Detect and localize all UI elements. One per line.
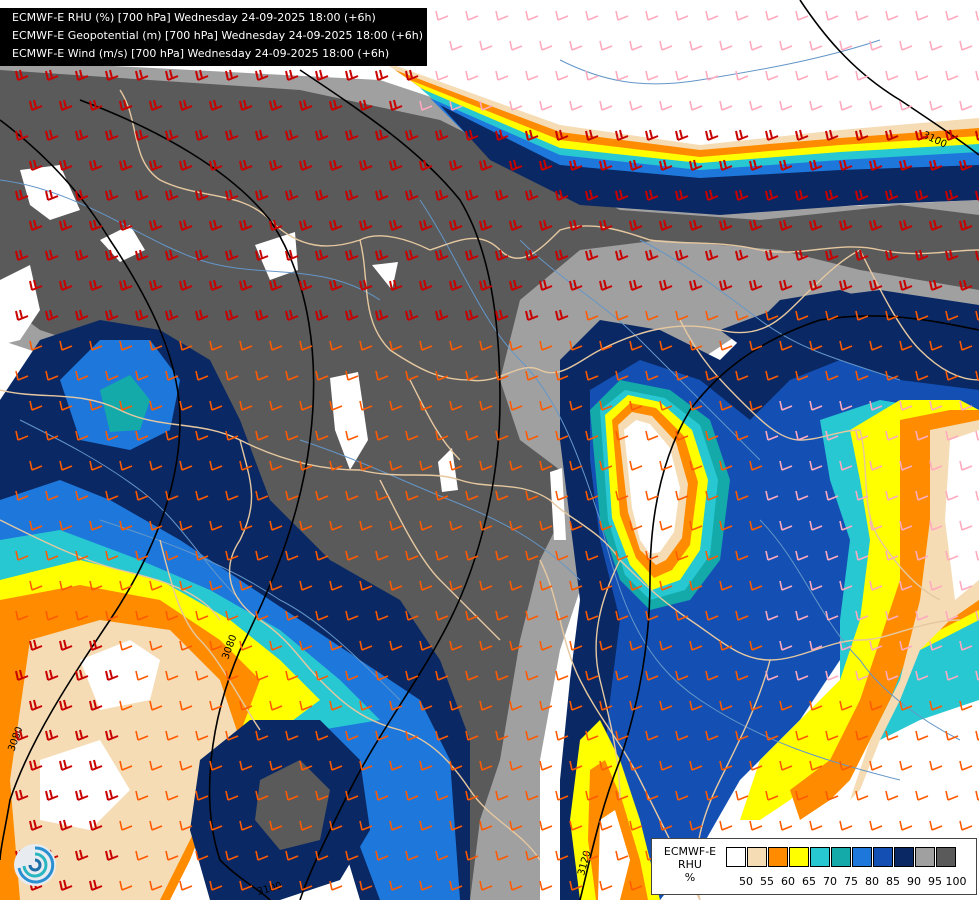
legend-swatch	[852, 847, 872, 867]
legend-swatch	[726, 847, 746, 867]
legend-tick-label: 100	[945, 875, 967, 888]
legend-swatch	[915, 847, 935, 867]
legend-title: ECMWF-E RHU %	[656, 845, 724, 884]
title-line-geopotential: ECMWF-E Geopotential (m) [700 hPa] Wedne…	[12, 29, 423, 42]
title-line-wind: ECMWF-E Wind (m/s) [700 hPa] Wednesday 2…	[12, 47, 390, 60]
legend-title-line1: ECMWF-E	[663, 845, 717, 858]
legend-swatch	[747, 847, 767, 867]
title-line-humidity: ECMWF-E RHU (%) [700 hPa] Wednesday 24-0…	[12, 11, 376, 24]
legend-swatch	[768, 847, 788, 867]
legend-swatch	[894, 847, 914, 867]
map-title-box: ECMWF-E RHU (%) [700 hPa] Wednesday 24-0…	[0, 8, 427, 66]
legend-title-line2: RHU	[678, 858, 702, 871]
weather-map: 3100 3080 3080 3100 3120	[0, 0, 979, 900]
legend-title-line3: %	[684, 871, 696, 884]
legend-swatch	[873, 847, 893, 867]
legend-swatch	[831, 847, 851, 867]
legend-swatch	[810, 847, 830, 867]
legend-swatch	[936, 847, 956, 867]
legend-swatch	[789, 847, 809, 867]
humidity-legend: ECMWF-E RHU % 50 55 60 65 70 75 80 85 90 95 100	[651, 838, 977, 895]
ecmwf-swirl-logo-icon	[14, 844, 56, 886]
